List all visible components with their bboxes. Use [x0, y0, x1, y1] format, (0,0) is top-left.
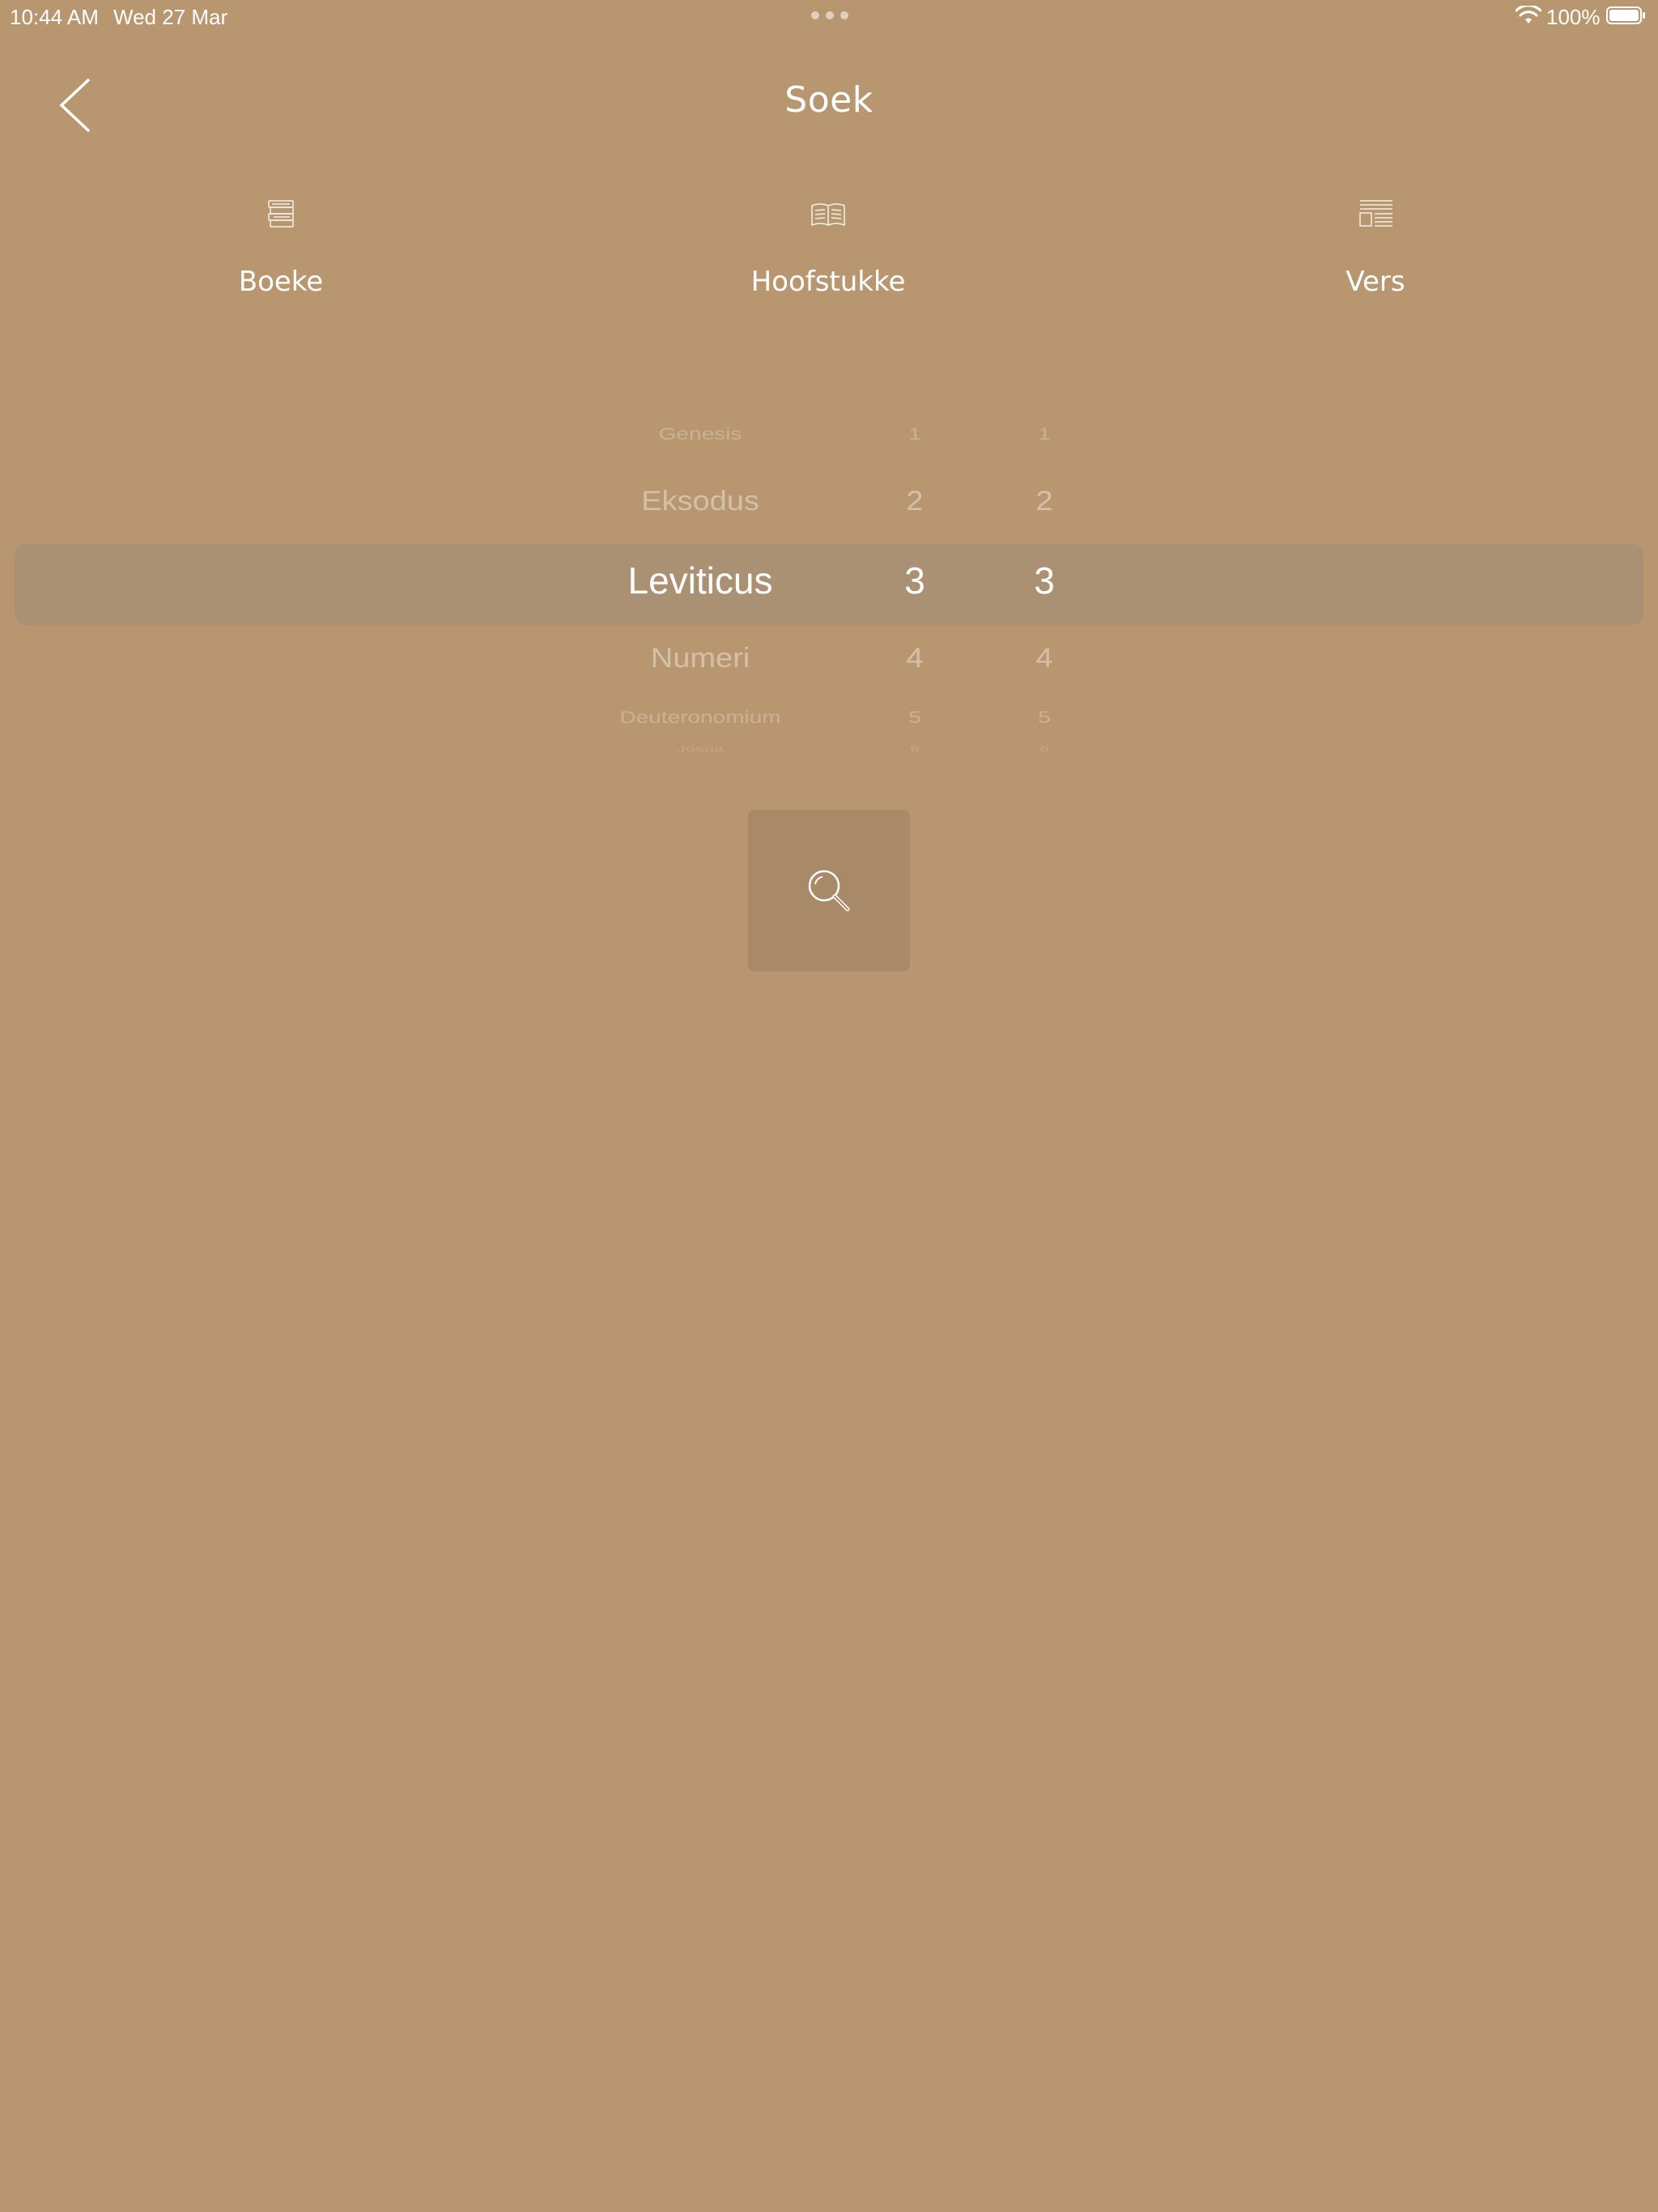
picker-book-item[interactable]: Josua [567, 744, 834, 754]
tab-verses-label: Vers [1346, 266, 1405, 298]
search-button[interactable] [748, 810, 910, 972]
status-time: 10:44 AM [10, 5, 99, 29]
tab-books-label: Boeke [238, 266, 324, 298]
picker-chapter-item[interactable]: 5 [874, 708, 955, 727]
tab-chapters[interactable]: Hoofstukke [666, 194, 990, 324]
picker-book-column[interactable]: Genesis Eksodus Leviticus Numeri Deutero… [567, 421, 834, 753]
picker-book-item[interactable]: Eksodus [567, 486, 834, 517]
open-book-icon [811, 203, 845, 227]
status-bar: 10:44 AM Wed 27 Mar 100% [0, 0, 1658, 32]
picker-verse-item[interactable]: 6 [1004, 744, 1085, 754]
tab-verses[interactable]: Vers [1214, 194, 1537, 324]
picker-chapter-selected[interactable]: 3 [874, 559, 955, 602]
picker-chapter-column[interactable]: 1 2 3 4 5 6 [874, 421, 955, 753]
wifi-icon [1516, 6, 1541, 23]
picker-verse-selected[interactable]: 3 [1004, 559, 1085, 602]
picker-chapter-item[interactable]: 6 [874, 744, 955, 754]
picker-book-selected[interactable]: Leviticus [567, 559, 834, 602]
picker-book-item[interactable]: Numeri [567, 643, 834, 674]
battery-percentage: 100% [1546, 5, 1601, 29]
books-stack-icon [268, 200, 294, 228]
search-icon [808, 870, 850, 912]
battery-icon [1606, 6, 1645, 24]
picker-verse-item[interactable]: 1 [1004, 424, 1085, 444]
verse-text-icon [1359, 200, 1392, 227]
book-chapter-verse-picker[interactable]: Genesis Eksodus Leviticus Numeri Deutero… [0, 421, 1658, 753]
picker-chapter-item[interactable]: 4 [874, 643, 955, 674]
picker-verse-item[interactable]: 5 [1004, 708, 1085, 727]
tab-chapters-label: Hoofstukke [750, 266, 906, 298]
multitasking-dots-icon[interactable] [811, 11, 848, 19]
picker-chapter-item[interactable]: 1 [874, 424, 955, 444]
picker-verse-column[interactable]: 1 2 3 4 5 6 [1004, 421, 1085, 753]
status-date: Wed 27 Mar [113, 5, 228, 29]
picker-verse-item[interactable]: 4 [1004, 643, 1085, 674]
picker-book-item[interactable]: Deuteronomium [567, 708, 834, 727]
page-title: Soek [784, 79, 874, 121]
picker-book-item[interactable]: Genesis [567, 424, 834, 444]
tab-books[interactable]: Boeke [119, 194, 443, 324]
picker-chapter-item[interactable]: 2 [874, 486, 955, 517]
picker-verse-item[interactable]: 2 [1004, 486, 1085, 517]
